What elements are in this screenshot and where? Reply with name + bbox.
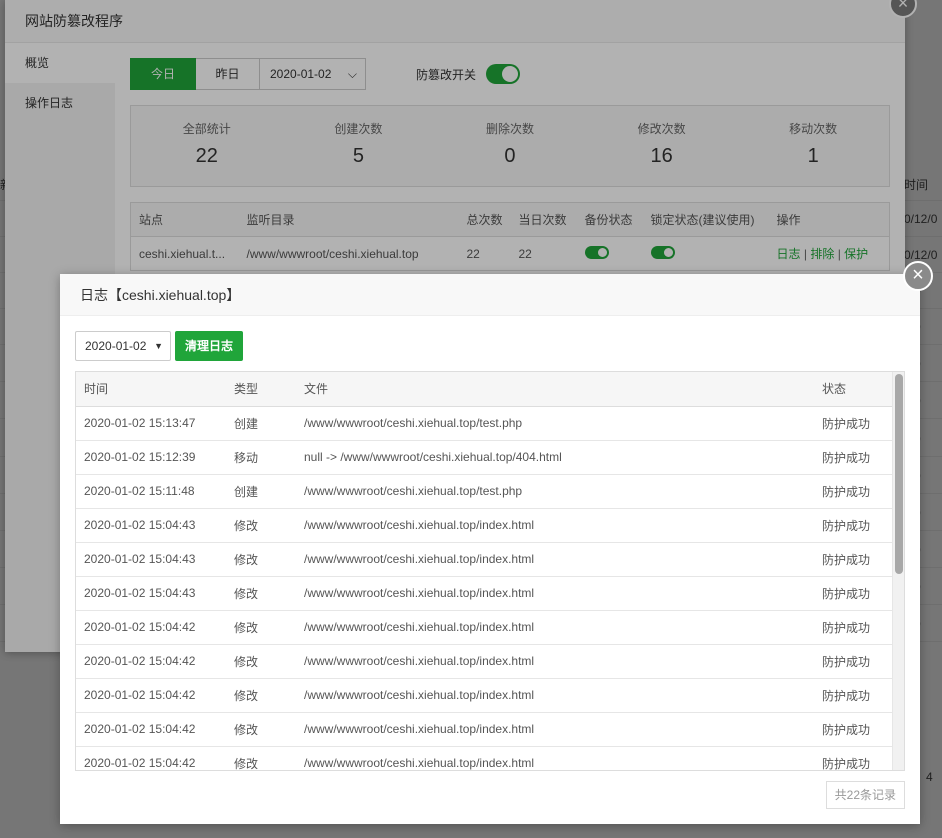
th-time: 时间	[76, 372, 226, 407]
log-cell-time: 2020-01-02 15:11:48	[76, 474, 226, 509]
log-cell-type: 修改	[226, 746, 296, 770]
scrollbar-thumb[interactable]	[895, 374, 903, 574]
table-row: 2020-01-02 15:04:42 修改/www/wwwroot/ceshi.…	[76, 746, 894, 770]
log-cell-time: 2020-01-02 15:04:42	[76, 644, 226, 679]
caret-down-icon: ▼	[154, 341, 163, 351]
log-cell-type: 修改	[226, 610, 296, 645]
log-cell-status: 防护成功	[814, 678, 894, 713]
log-cell-type: 修改	[226, 576, 296, 611]
log-cell-status: 防护成功	[814, 746, 894, 770]
log-cell-time: 2020-01-02 15:04:42	[76, 746, 226, 770]
th-type: 类型	[226, 372, 296, 407]
log-modal: 日志【ceshi.xiehual.top】 × 2020-01-02 ▼ 清理日…	[60, 261, 933, 824]
log-cell-time: 2020-01-02 15:04:42	[76, 678, 226, 713]
table-row: 2020-01-02 15:04:42 修改/www/wwwroot/ceshi.…	[76, 712, 894, 747]
log-cell-file: /www/wwwroot/ceshi.xiehual.top/index.htm…	[296, 678, 814, 713]
log-cell-file: null -> /www/wwwroot/ceshi.xiehual.top/4…	[296, 440, 814, 475]
log-cell-time: 2020-01-02 15:12:39	[76, 440, 226, 475]
table-row: 2020-01-02 15:04:43 修改/www/wwwroot/ceshi.…	[76, 542, 894, 577]
log-cell-time: 2020-01-02 15:04:43	[76, 508, 226, 543]
log-cell-type: 修改	[226, 678, 296, 713]
log-cell-status: 防护成功	[814, 610, 894, 645]
log-cell-file: /www/wwwroot/ceshi.xiehual.top/index.htm…	[296, 644, 814, 679]
log-cell-status: 防护成功	[814, 440, 894, 475]
close-icon[interactable]: ×	[903, 261, 933, 291]
table-row: 2020-01-02 15:13:47 创建/www/wwwroot/ceshi.…	[76, 406, 894, 441]
log-cell-file: /www/wwwroot/ceshi.xiehual.top/index.htm…	[296, 610, 814, 645]
clear-log-button[interactable]: 清理日志	[175, 331, 244, 361]
log-cell-type: 修改	[226, 542, 296, 577]
log-table: 时间 类型 文件 状态 2020-01-02 15:13:47 创建/www/ww…	[76, 372, 894, 770]
log-date-select[interactable]: 2020-01-02 ▼	[75, 331, 171, 361]
table-row: 2020-01-02 15:04:43 修改/www/wwwroot/ceshi.…	[76, 508, 894, 543]
log-cell-status: 防护成功	[814, 474, 894, 509]
log-table-container[interactable]: 时间 类型 文件 状态 2020-01-02 15:13:47 创建/www/ww…	[75, 371, 905, 771]
table-row: 2020-01-02 15:12:39 移动 null -> /www/wwwroo…	[76, 440, 894, 475]
log-cell-type: 移动	[226, 440, 296, 475]
log-cell-file: /www/wwwroot/ceshi.xiehual.top/index.htm…	[296, 576, 814, 611]
table-row: 2020-01-02 15:04:42 修改/www/wwwroot/ceshi.…	[76, 610, 894, 645]
th-status: 状态	[814, 372, 894, 407]
log-cell-status: 防护成功	[814, 712, 894, 747]
table-row: 2020-01-02 15:04:42 修改/www/wwwroot/ceshi.…	[76, 678, 894, 713]
log-header-row: 时间 类型 文件 状态	[76, 372, 894, 407]
log-cell-time: 2020-01-02 15:13:47	[76, 406, 226, 441]
table-row: 2020-01-02 15:04:43 修改/www/wwwroot/ceshi.…	[76, 576, 894, 611]
log-cell-type: 创建	[226, 474, 296, 509]
log-toolbar: 2020-01-02 ▼ 清理日志	[75, 331, 244, 361]
log-cell-status: 防护成功	[814, 576, 894, 611]
log-cell-type: 修改	[226, 712, 296, 747]
log-table-body: 2020-01-02 15:13:47 创建/www/wwwroot/ceshi.…	[76, 406, 894, 770]
table-row: 2020-01-02 15:04:42 修改/www/wwwroot/ceshi.…	[76, 644, 894, 679]
log-cell-type: 修改	[226, 508, 296, 543]
log-cell-status: 防护成功	[814, 644, 894, 679]
log-modal-title: 日志【ceshi.xiehual.top】	[60, 274, 920, 316]
log-cell-type: 修改	[226, 644, 296, 679]
log-cell-type: 创建	[226, 406, 296, 441]
log-cell-status: 防护成功	[814, 508, 894, 543]
th-file: 文件	[296, 372, 814, 407]
log-cell-file: /www/wwwroot/ceshi.xiehual.top/index.htm…	[296, 542, 814, 577]
table-row: 2020-01-02 15:11:48 创建/www/wwwroot/ceshi.…	[76, 474, 894, 509]
log-cell-file: /www/wwwroot/ceshi.xiehual.top/test.php	[296, 406, 814, 441]
log-cell-file: /www/wwwroot/ceshi.xiehual.top/test.php	[296, 474, 814, 509]
log-cell-file: /www/wwwroot/ceshi.xiehual.top/index.htm…	[296, 712, 814, 747]
total-records: 共22条记录	[825, 781, 905, 809]
log-date-value: 2020-01-02	[85, 339, 147, 353]
log-cell-status: 防护成功	[814, 542, 894, 577]
log-cell-file: /www/wwwroot/ceshi.xiehual.top/index.htm…	[296, 746, 814, 770]
log-cell-status: 防护成功	[814, 406, 894, 441]
log-cell-file: /www/wwwroot/ceshi.xiehual.top/index.htm…	[296, 508, 814, 543]
log-cell-time: 2020-01-02 15:04:43	[76, 542, 226, 577]
log-cell-time: 2020-01-02 15:04:43	[76, 576, 226, 611]
log-cell-time: 2020-01-02 15:04:42	[76, 712, 226, 747]
scrollbar[interactable]	[892, 372, 904, 770]
log-cell-time: 2020-01-02 15:04:42	[76, 610, 226, 645]
